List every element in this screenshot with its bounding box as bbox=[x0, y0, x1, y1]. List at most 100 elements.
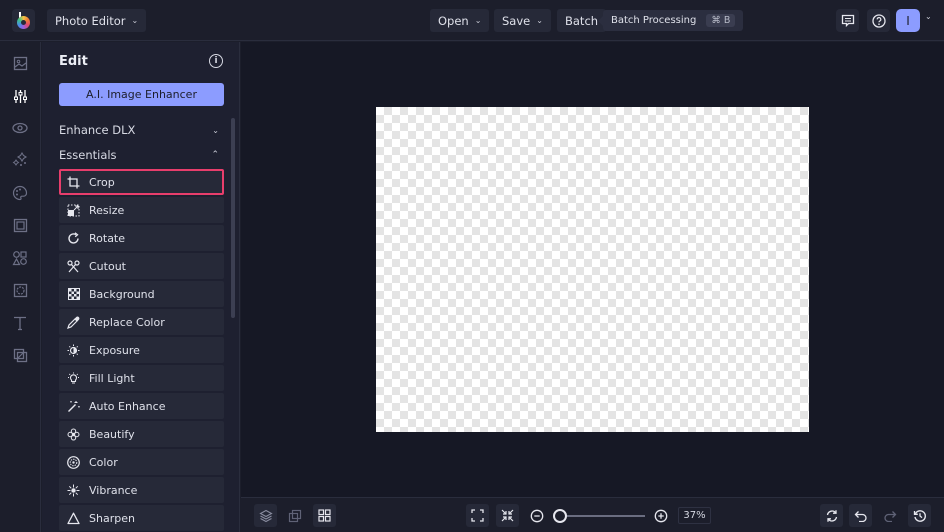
sparkles-icon[interactable] bbox=[11, 151, 29, 169]
top-bar: Photo Editor ⌄ Open ⌄ Save ⌄ Batch Batch… bbox=[0, 0, 944, 41]
chevron-down-icon: ⌄ bbox=[536, 16, 543, 25]
tooltip-text: Batch Processing bbox=[611, 15, 697, 26]
shapes-icon[interactable] bbox=[11, 249, 29, 267]
section-label: Essentials bbox=[59, 148, 117, 162]
tool-auto-enhance[interactable]: Auto Enhance bbox=[59, 393, 224, 419]
text-icon[interactable] bbox=[11, 314, 29, 332]
palette-icon[interactable] bbox=[11, 184, 29, 202]
zoom-in-button[interactable] bbox=[649, 504, 672, 527]
flower-icon bbox=[67, 428, 80, 441]
batch-label: Batch bbox=[565, 13, 599, 28]
save-button[interactable]: Save ⌄ bbox=[494, 9, 551, 32]
zoom-slider-track[interactable] bbox=[557, 515, 645, 517]
tool-sharpen[interactable]: Sharpen bbox=[59, 505, 224, 531]
history-icon bbox=[913, 509, 926, 522]
redo-icon bbox=[883, 510, 896, 522]
eye-icon[interactable] bbox=[11, 119, 29, 137]
comment-icon bbox=[841, 14, 854, 27]
texture-icon[interactable] bbox=[11, 281, 29, 299]
redo-button[interactable] bbox=[878, 504, 901, 527]
tool-background[interactable]: Background bbox=[59, 281, 224, 307]
tool-label: Rotate bbox=[89, 231, 126, 245]
account-chevron-icon[interactable]: ⌄ bbox=[925, 12, 932, 21]
open-button[interactable]: Open ⌄ bbox=[430, 9, 490, 32]
tool-vibrance[interactable]: Vibrance bbox=[59, 477, 224, 503]
actual-size-button[interactable] bbox=[496, 504, 519, 527]
layers-button[interactable] bbox=[254, 504, 277, 527]
zoom-out-button[interactable] bbox=[525, 504, 548, 527]
app-switcher-label: Photo Editor bbox=[55, 13, 126, 28]
collapse-icon bbox=[501, 509, 514, 522]
transparent-canvas[interactable] bbox=[376, 107, 809, 432]
app-switcher-button[interactable]: Photo Editor ⌄ bbox=[47, 9, 147, 32]
tool-resize[interactable]: Resize bbox=[59, 197, 224, 223]
adjustments-icon[interactable] bbox=[11, 87, 29, 105]
eyedropper-icon bbox=[67, 316, 80, 329]
tool-rotate[interactable]: Rotate bbox=[59, 225, 224, 251]
tool-label: Exposure bbox=[89, 343, 140, 357]
info-icon[interactable]: i bbox=[209, 54, 223, 68]
tool-label: Cutout bbox=[89, 259, 126, 273]
panel-scrollbar[interactable] bbox=[231, 118, 235, 318]
overlay-icon[interactable] bbox=[11, 346, 29, 364]
help-button[interactable] bbox=[867, 9, 890, 32]
zoom-slider-handle[interactable] bbox=[553, 509, 567, 523]
tool-label: Background bbox=[89, 287, 155, 301]
tool-crop[interactable]: Crop bbox=[59, 169, 224, 195]
color-wheel-icon bbox=[67, 455, 80, 469]
section-label: Enhance DLX bbox=[59, 123, 136, 137]
tool-label: Replace Color bbox=[89, 315, 165, 329]
tool-label: Sharpen bbox=[89, 511, 135, 525]
edit-panel: Edit i A.I. Image Enhancer Enhance DLX ⌄… bbox=[42, 42, 240, 532]
lightbulb-icon bbox=[67, 372, 80, 385]
zoom-out-icon bbox=[530, 509, 543, 522]
frame-icon[interactable] bbox=[11, 216, 29, 234]
grid-button[interactable] bbox=[313, 504, 336, 527]
chevron-down-icon: ⌄ bbox=[131, 16, 139, 25]
image-icon[interactable] bbox=[11, 54, 29, 72]
triangle-icon bbox=[67, 512, 80, 525]
undo-icon bbox=[854, 510, 867, 522]
bottom-toolbar: 37% bbox=[241, 497, 944, 532]
compare-icon bbox=[288, 509, 301, 522]
tool-cutout[interactable]: Cutout bbox=[59, 253, 224, 279]
layers-icon bbox=[258, 509, 273, 522]
ai-image-enhancer-button[interactable]: A.I. Image Enhancer bbox=[59, 83, 224, 106]
checker-icon bbox=[67, 288, 80, 301]
zoom-level-input[interactable]: 37% bbox=[678, 507, 711, 524]
app-logo[interactable] bbox=[12, 9, 35, 32]
shortcut-badge: ⌘ B bbox=[706, 14, 736, 27]
history-button[interactable] bbox=[908, 504, 931, 527]
reset-button[interactable] bbox=[820, 504, 843, 527]
tool-color[interactable]: Color bbox=[59, 449, 224, 475]
resize-icon bbox=[67, 204, 80, 217]
tool-label: Color bbox=[89, 455, 118, 469]
tool-exposure[interactable]: Exposure bbox=[59, 337, 224, 363]
user-avatar[interactable]: I bbox=[896, 9, 920, 32]
compare-button[interactable] bbox=[283, 504, 306, 527]
tool-replace-color[interactable]: Replace Color bbox=[59, 309, 224, 335]
tool-fill-light[interactable]: Fill Light bbox=[59, 365, 224, 391]
chevron-down-icon: ⌄ bbox=[474, 16, 482, 25]
zoom-in-icon bbox=[654, 509, 667, 522]
expand-icon bbox=[471, 509, 484, 522]
exposure-icon bbox=[67, 344, 80, 357]
magic-wand-icon bbox=[67, 400, 80, 413]
section-enhance-dlx[interactable]: Enhance DLX ⌄ bbox=[59, 123, 219, 137]
panel-title: Edit bbox=[59, 54, 88, 69]
grid-icon bbox=[318, 509, 331, 522]
undo-button[interactable] bbox=[849, 504, 872, 527]
tool-label: Fill Light bbox=[89, 371, 135, 385]
feedback-button[interactable] bbox=[836, 9, 859, 32]
batch-tooltip: Batch Processing ⌘ B bbox=[597, 10, 744, 31]
tool-label: Vibrance bbox=[89, 483, 138, 497]
tool-label: Crop bbox=[89, 175, 115, 189]
fit-screen-button[interactable] bbox=[466, 504, 489, 527]
tool-rail bbox=[0, 42, 41, 532]
chevron-down-icon: ⌄ bbox=[212, 125, 219, 135]
scissors-icon bbox=[67, 259, 80, 273]
rotate-icon bbox=[67, 231, 80, 245]
section-essentials[interactable]: Essentials ⌃ bbox=[59, 148, 219, 162]
tool-beautify[interactable]: Beautify bbox=[59, 421, 224, 447]
save-label: Save bbox=[502, 13, 531, 28]
